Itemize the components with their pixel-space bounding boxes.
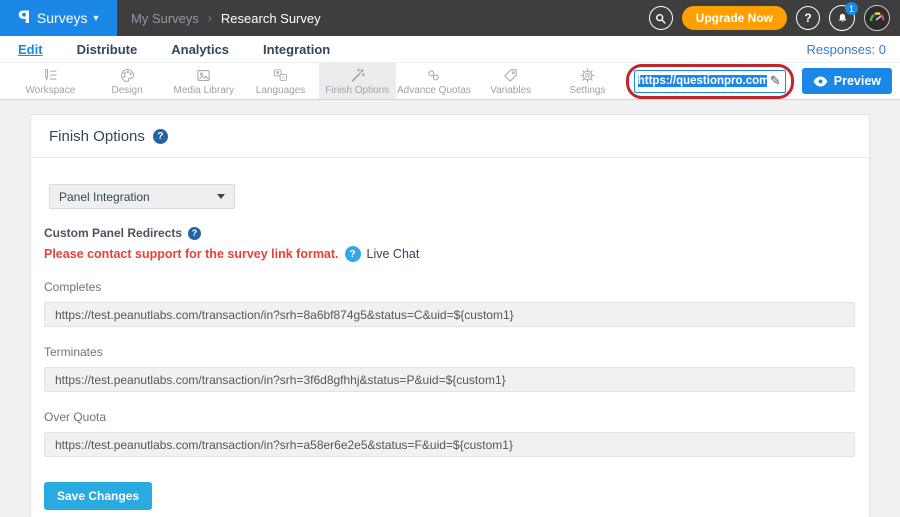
toolbar-label: Languages [256, 85, 306, 96]
terminates-field-group: Terminates [44, 345, 855, 392]
over-quota-url-input[interactable] [44, 432, 855, 457]
survey-url-selected-text: https://questionpro.com/t/A [638, 75, 767, 87]
survey-url-input[interactable]: https://questionpro.com/t/A ✎ [634, 70, 786, 93]
terminates-label: Terminates [44, 345, 855, 359]
tag-icon [502, 67, 519, 84]
toolbar-item-advance-quotas[interactable]: Advance Quotas [396, 63, 473, 99]
toolbar-item-design[interactable]: Design [89, 63, 166, 99]
toolbar-label: Settings [569, 85, 605, 96]
breadcrumb-separator-icon: › [208, 11, 212, 25]
toolbar-item-media-library[interactable]: Media Library [165, 63, 242, 99]
live-chat-help-icon[interactable]: ? [345, 246, 361, 262]
terminates-url-input[interactable] [44, 367, 855, 392]
product-switcher[interactable]: P Surveys ▾ [0, 0, 117, 36]
chevron-down-icon [217, 194, 225, 199]
support-note: Please contact support for the survey li… [44, 247, 339, 261]
notifications-button[interactable]: 1 [829, 5, 855, 31]
toolbar-item-settings[interactable]: Settings [549, 63, 626, 99]
toolbar-item-languages[interactable]: A Languages [242, 63, 319, 99]
breadcrumb: My Surveys › Research Survey [131, 11, 321, 26]
edit-toolbar: Workspace Design Media Library A Languag… [0, 63, 900, 100]
toolbar-item-finish-options[interactable]: Finish Options [319, 63, 396, 99]
question-mark-icon: ? [804, 11, 811, 25]
magic-wand-icon [349, 67, 366, 84]
section-title: Custom Panel Redirects [44, 226, 182, 240]
search-button[interactable] [649, 6, 673, 30]
completes-label: Completes [44, 280, 855, 294]
caret-down-icon: ▾ [94, 13, 99, 24]
image-icon [195, 67, 212, 84]
product-label: Surveys [37, 10, 88, 26]
finish-options-card: Finish Options ? Panel Integration Custo… [30, 114, 870, 517]
survey-nav-tabs: Edit Distribute Analytics Integration [18, 42, 330, 57]
toolbar-right-group: https://questionpro.com/t/A ✎ Preview [626, 63, 900, 99]
survey-nav-row: Edit Distribute Analytics Integration Re… [0, 36, 900, 63]
upgrade-now-button[interactable]: Upgrade Now [682, 6, 787, 30]
completes-url-input[interactable] [44, 302, 855, 327]
save-changes-button[interactable]: Save Changes [44, 482, 152, 510]
topbar-actions: Upgrade Now ? 1 [649, 5, 900, 31]
toolbar-label: Finish Options [325, 85, 389, 96]
redirects-help-icon[interactable]: ? [188, 227, 201, 240]
responses-count[interactable]: Responses: 0 [807, 42, 887, 57]
help-button[interactable]: ? [796, 6, 820, 30]
preview-button[interactable]: Preview [802, 68, 892, 94]
questionpro-logo-icon: P [18, 8, 30, 28]
toolbar-label: Media Library [174, 85, 235, 96]
page-content: Finish Options ? Panel Integration Custo… [0, 100, 900, 517]
avatar-gauge-icon [865, 6, 889, 30]
card-header: Finish Options ? [31, 115, 869, 158]
tab-distribute[interactable]: Distribute [77, 42, 138, 57]
toolbar-label: Advance Quotas [397, 85, 471, 96]
finish-options-help-icon[interactable]: ? [153, 129, 168, 144]
page-title: Finish Options [49, 128, 145, 145]
toolbar-item-variables[interactable]: Variables [472, 63, 549, 99]
search-icon [654, 12, 667, 25]
palette-icon [119, 67, 136, 84]
breadcrumb-current-survey: Research Survey [221, 11, 321, 26]
tab-analytics[interactable]: Analytics [171, 42, 229, 57]
dropdown-selected-value: Panel Integration [59, 190, 217, 204]
user-avatar[interactable] [864, 5, 890, 31]
completes-field-group: Completes [44, 280, 855, 327]
gear-icon [579, 67, 596, 84]
breadcrumb-my-surveys[interactable]: My Surveys [131, 11, 199, 26]
translate-icon: A [272, 67, 289, 84]
live-chat-link[interactable]: Live Chat [367, 247, 420, 261]
preview-label: Preview [834, 74, 881, 88]
chain-links-icon [425, 67, 442, 84]
toolbar-item-workspace[interactable]: Workspace [12, 63, 89, 99]
eye-icon [813, 76, 828, 87]
notification-badge: 1 [845, 2, 858, 15]
workspace-icon [42, 67, 59, 84]
annotation-highlight-ring: https://questionpro.com/t/A ✎ [626, 64, 794, 99]
custom-panel-redirects-row: Custom Panel Redirects ? [44, 226, 855, 240]
over-quota-label: Over Quota [44, 410, 855, 424]
toolbar-label: Workspace [25, 85, 75, 96]
edit-pencil-icon[interactable]: ✎ [770, 73, 781, 89]
tab-integration[interactable]: Integration [263, 42, 330, 57]
card-body: Panel Integration Custom Panel Redirects… [31, 158, 869, 517]
over-quota-field-group: Over Quota [44, 410, 855, 457]
toolbar-label: Design [112, 85, 143, 96]
panel-integration-dropdown[interactable]: Panel Integration [49, 184, 235, 209]
support-note-row: Please contact support for the survey li… [44, 246, 855, 262]
top-bar: P Surveys ▾ My Surveys › Research Survey… [0, 0, 900, 36]
tab-edit[interactable]: Edit [18, 42, 43, 57]
toolbar-label: Variables [490, 85, 531, 96]
